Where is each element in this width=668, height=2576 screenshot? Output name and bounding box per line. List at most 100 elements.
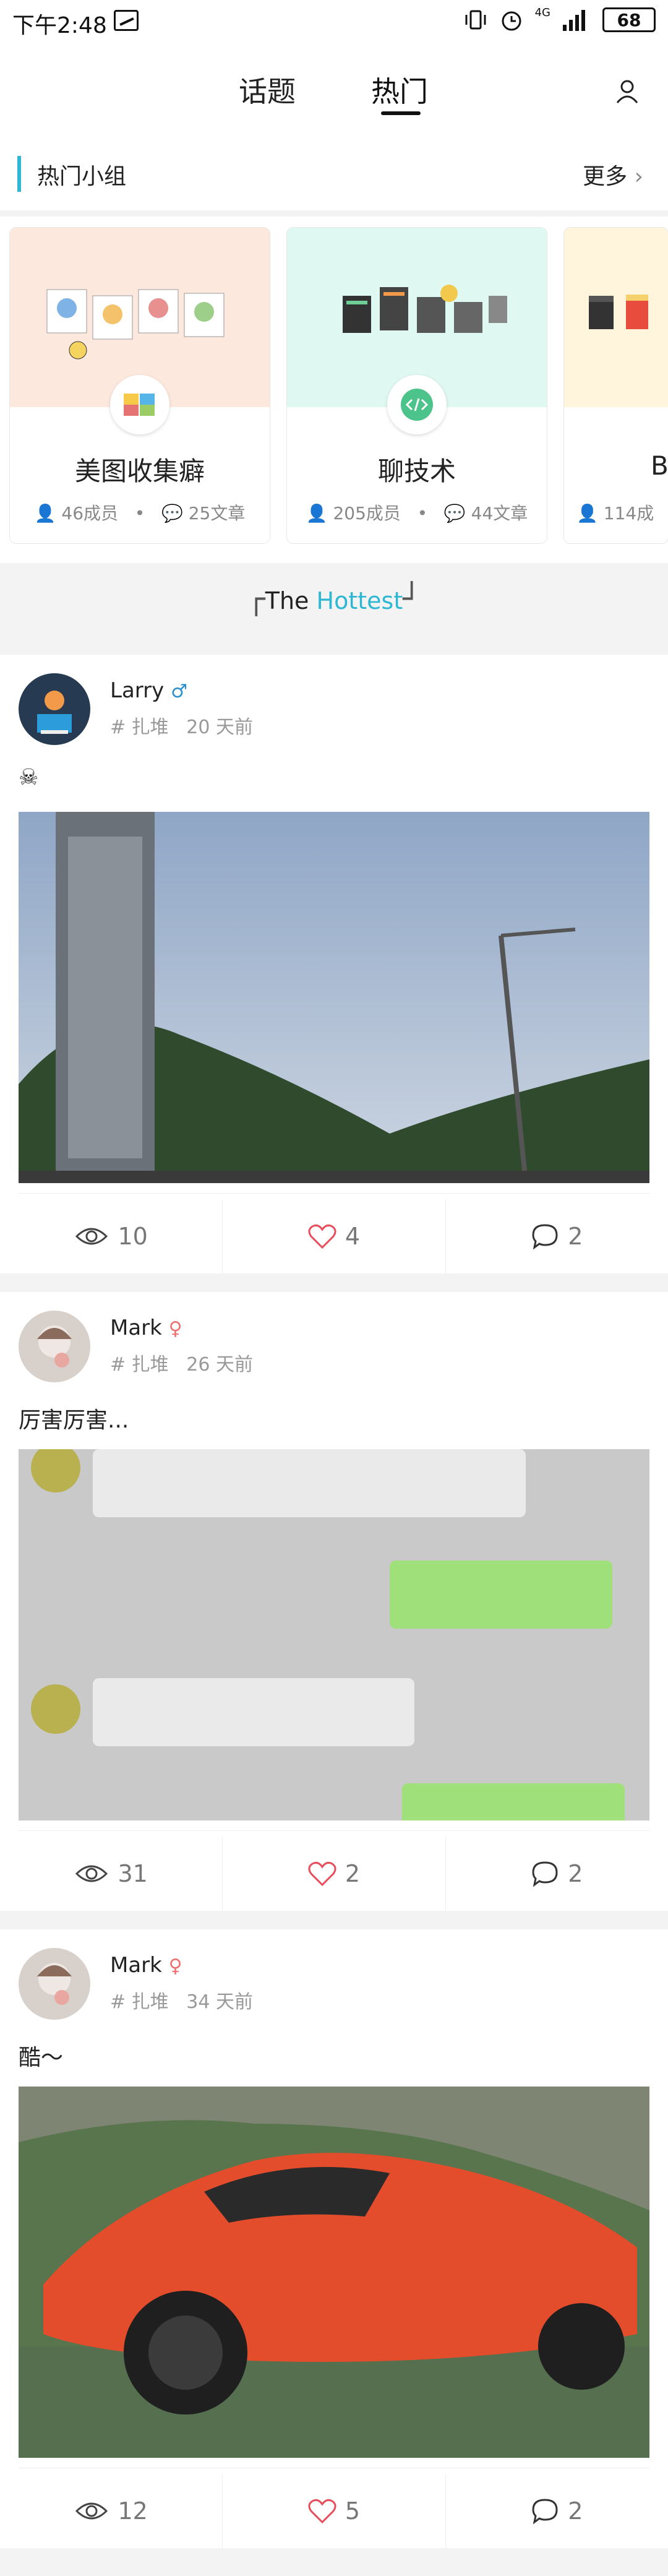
likes-count: 4 (345, 1223, 361, 1250)
author-name[interactable]: Larry (110, 678, 164, 703)
group-meta: 👤 205成员 • 💬 44文章 (306, 503, 528, 523)
avatar-illustration (37, 691, 72, 734)
post-count: 25文章 (188, 503, 246, 523)
post-actions: 10 4 2 (0, 1199, 668, 1273)
more-link[interactable]: 更多 › (583, 158, 643, 191)
post-time: 20 天前 (186, 717, 254, 738)
park-photo (19, 812, 649, 1183)
tab-hot[interactable]: 热门 (371, 69, 428, 110)
group-card[interactable]: B 👤 114成 (564, 228, 668, 543)
author-avatar[interactable] (19, 1948, 90, 2020)
views-button[interactable]: 31 (0, 1837, 223, 1911)
post-photo[interactable] (19, 812, 649, 1183)
chevron-right-icon: › (634, 164, 643, 189)
signal-icon (563, 10, 585, 31)
status-bar: 下午2:48 4G 68 (0, 0, 668, 45)
views-count: 12 (118, 2497, 148, 2525)
top-header: 话题 热门 (0, 45, 668, 137)
member-count: 205成员 (333, 503, 401, 523)
avatar-illustration (37, 1325, 72, 1368)
post-photo[interactable] (19, 1449, 649, 1820)
comment-icon (532, 1224, 558, 1250)
user-icon[interactable] (615, 78, 640, 104)
post-photo[interactable] (19, 2087, 649, 2458)
post-meta: # 扎堆 26 天前 (110, 1349, 253, 1376)
tab-topics[interactable]: 话题 (239, 69, 296, 110)
views-button[interactable]: 10 (0, 1199, 223, 1273)
sports-car-photo (19, 2087, 649, 2458)
group-meta: 👤 46成员 • 💬 25文章 (34, 503, 246, 523)
male-icon: ♂ (171, 681, 187, 702)
code-icon (401, 389, 433, 421)
post-meta: # 扎堆 34 天前 (110, 1986, 253, 2014)
post-group[interactable]: # 扎堆 (110, 1354, 169, 1376)
post-text: 厉害厉害... (19, 1408, 129, 1433)
group-title: 聊技术 (377, 456, 456, 486)
gallery-icon (124, 394, 155, 416)
eye-icon (75, 1228, 108, 1245)
hottest-accent: Hottest (316, 587, 403, 614)
comments-count: 2 (568, 1223, 583, 1250)
post-card[interactable]: Larry ♂ # 扎堆 20 天前 ☠ 10 4 2 (0, 655, 668, 1273)
author-avatar[interactable] (19, 673, 90, 745)
comment-icon: 💬 (161, 503, 183, 523)
vibrate-icon (465, 10, 486, 30)
status-right: 4G 68 (463, 6, 656, 32)
group-avatar (387, 375, 447, 434)
views-button[interactable]: 12 (0, 2474, 223, 2548)
battery-icon: 68 (602, 7, 656, 32)
heart-icon (308, 1224, 336, 1249)
comment-button[interactable]: 2 (446, 1199, 668, 1273)
hottest-prefix: The (265, 587, 317, 614)
comment-icon: 💬 (443, 503, 466, 523)
post-card[interactable]: Mark ♀ # 扎堆 34 天前 酷～ 12 5 2 (0, 1929, 668, 2548)
post-card[interactable]: Mark ♀ # 扎堆 26 天前 厉害厉害... 31 2 2 (0, 1292, 668, 1911)
post-actions: 31 2 2 (0, 1837, 668, 1911)
group-cover-image (564, 228, 668, 407)
avatar-illustration (37, 1963, 72, 2005)
bracket-right: ┘ (403, 582, 421, 616)
post-text: 酷～ (19, 2045, 64, 2070)
more-label: 更多 (583, 164, 628, 189)
post-text: ☠ (19, 765, 39, 790)
post-meta: # 扎堆 20 天前 (110, 712, 253, 739)
member-count: 46成员 (61, 503, 119, 523)
member-icon: 👤 (576, 503, 598, 523)
author-name-line: Larry ♂ (110, 678, 187, 703)
like-button[interactable]: 5 (223, 2474, 446, 2548)
group-card[interactable]: 聊技术 👤 205成员 • 💬 44文章 (287, 228, 547, 543)
group-card[interactable]: 美图收集癖 👤 46成员 • 💬 25文章 (10, 228, 270, 543)
views-count: 10 (118, 1223, 148, 1250)
group-title: B (651, 450, 668, 481)
section-accent (17, 156, 21, 192)
alarm-icon (502, 11, 521, 31)
movie-illustration (589, 295, 648, 329)
author-name[interactable]: Mark (110, 1316, 162, 1340)
comments-count: 2 (568, 1860, 583, 1887)
comment-button[interactable]: 2 (446, 2474, 668, 2548)
heart-icon (308, 1861, 336, 1886)
post-actions: 12 5 2 (0, 2474, 668, 2548)
author-avatar[interactable] (19, 1311, 90, 1382)
post-divider (19, 1830, 649, 1831)
likes-count: 5 (345, 2497, 361, 2525)
post-time: 34 天前 (186, 1991, 254, 2013)
comment-icon (532, 1861, 558, 1887)
post-group[interactable]: # 扎堆 (110, 1991, 169, 2013)
female-icon: ♀ (168, 1318, 182, 1340)
female-icon: ♀ (168, 1955, 182, 1977)
post-divider (19, 1193, 649, 1194)
comment-button[interactable]: 2 (446, 1837, 668, 1911)
author-name[interactable]: Mark (110, 1953, 162, 1978)
chat-screenshot-photo (19, 1449, 649, 1820)
bracket-left: ┌ (247, 582, 265, 616)
like-button[interactable]: 2 (223, 1837, 446, 1911)
battery-level: 68 (617, 9, 641, 30)
post-group[interactable]: # 扎堆 (110, 717, 169, 738)
post-time: 26 天前 (186, 1354, 254, 1376)
hot-groups-title: 热门小组 (37, 164, 127, 189)
like-button[interactable]: 4 (223, 1199, 446, 1273)
heart-icon (308, 2499, 336, 2523)
group-title: 美图收集癖 (74, 456, 205, 486)
group-meta: 👤 114成 (576, 500, 668, 525)
